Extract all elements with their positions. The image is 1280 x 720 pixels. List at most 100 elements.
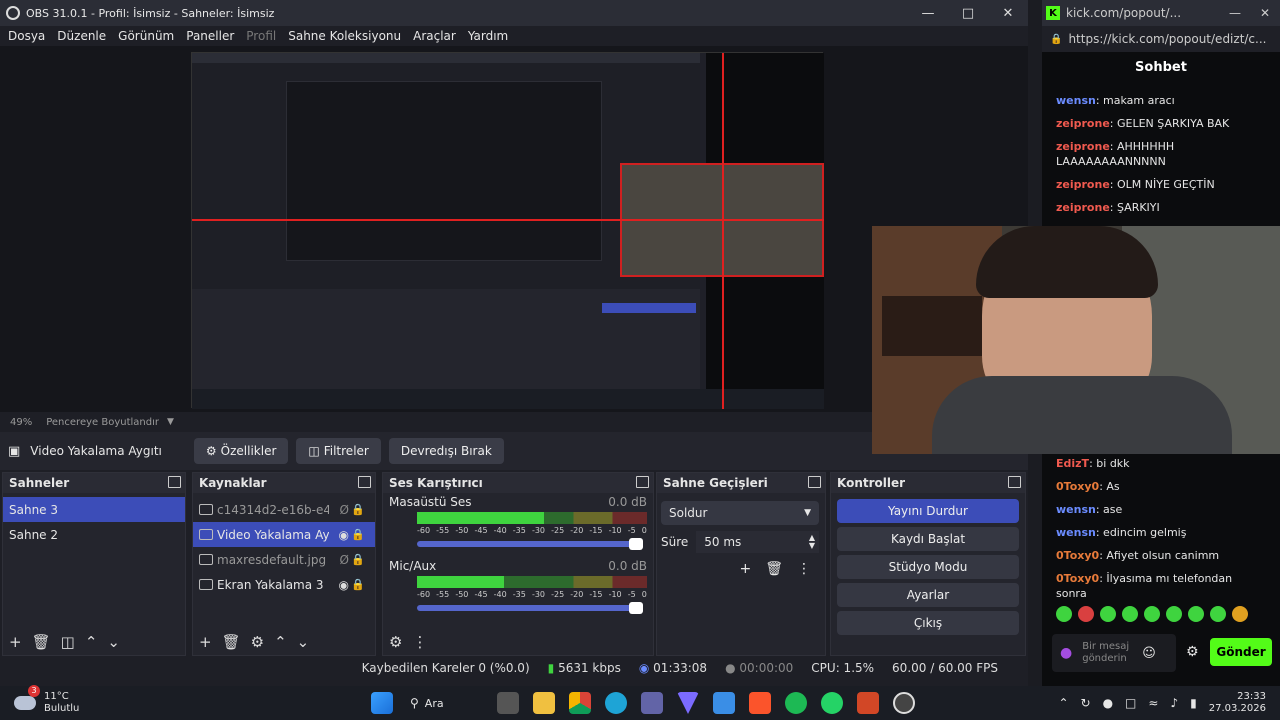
chat-username[interactable]: zeiprone <box>1056 140 1110 153</box>
source-item[interactable]: Video Yakalama Aygıtı◉🔒 <box>193 522 375 547</box>
emote-icon[interactable] <box>1056 606 1072 622</box>
source-item[interactable]: maxresdefault.jpg Ø 🔒 <box>193 547 375 572</box>
hidden-eye-icon[interactable]: Ø <box>340 553 349 567</box>
chevron-down-icon[interactable]: ⌄ <box>107 633 120 651</box>
clock[interactable]: 23:33 27.03.2026 <box>1209 691 1266 715</box>
scene-item[interactable]: Sahne 3 <box>3 497 185 522</box>
close-button[interactable]: ✕ <box>988 0 1028 26</box>
stepper-icon[interactable]: ▲ ▼ <box>809 534 815 550</box>
battery-icon[interactable]: ▮ <box>1190 696 1197 710</box>
volume-icon[interactable]: ♪ <box>1170 696 1178 710</box>
send-button[interactable]: Gönder <box>1210 638 1272 666</box>
source-item[interactable]: c14314d2-e16b-e411Ø🔒 <box>193 497 375 522</box>
emote-icon[interactable] <box>1144 606 1160 622</box>
microphone-icon[interactable]: ● <box>1060 645 1072 661</box>
trash-icon[interactable]: 🗑 <box>222 633 241 651</box>
trash-icon[interactable]: 🗑 <box>765 561 783 577</box>
chat-username[interactable]: zeiprone <box>1056 117 1110 130</box>
notification-icon[interactable]: □ <box>1125 696 1136 710</box>
more-options-icon[interactable]: ⋮ <box>412 633 427 651</box>
gear-icon[interactable]: ⚙ <box>1186 644 1199 660</box>
menu-tools[interactable]: Araçlar <box>413 29 456 43</box>
undock-icon[interactable] <box>808 476 821 488</box>
lock-icon[interactable]: 🔒 <box>351 553 365 566</box>
emoji-icon[interactable]: ☺ <box>1142 646 1156 661</box>
chat-username[interactable]: zeiprone <box>1056 178 1110 191</box>
microphone-icon[interactable]: ● <box>1103 696 1113 710</box>
search-box[interactable]: ⚲ Ara <box>410 696 480 710</box>
emote-icon[interactable] <box>1122 606 1138 622</box>
lock-icon[interactable]: 🔒 <box>351 528 365 541</box>
menu-profile[interactable]: Profil <box>246 29 276 43</box>
eye-icon[interactable]: ◉ <box>339 578 349 592</box>
add-icon[interactable]: + <box>739 561 751 577</box>
stop-streaming-button[interactable]: Yayını Durdur <box>837 499 1019 523</box>
add-icon[interactable]: + <box>199 633 212 651</box>
lock-icon[interactable]: 🔒 <box>351 578 365 591</box>
source-item[interactable]: Ekran Yakalama 3 ◉ 🔒 <box>193 572 375 597</box>
emote-icon[interactable] <box>1078 606 1094 622</box>
preview-mode[interactable]: Pencereye Boyutlandır <box>46 417 159 428</box>
chat-username[interactable]: 0Toxy0 <box>1056 572 1099 585</box>
sync-icon[interactable]: ↻ <box>1081 696 1091 710</box>
chat-input[interactable]: ● Bir mesaj gönderin ☺ <box>1052 634 1176 672</box>
proton-vpn-icon[interactable] <box>677 692 699 714</box>
undock-icon[interactable] <box>1008 476 1021 488</box>
scene-item[interactable]: Sahne 2 <box>3 522 185 547</box>
duration-input[interactable]: 50 ms ▲ ▼ <box>696 531 819 553</box>
chevron-down-icon[interactable]: ▼ <box>167 417 174 427</box>
minimize-button[interactable]: — <box>1220 6 1250 20</box>
lock-icon[interactable]: 🔒 <box>351 503 365 516</box>
undock-icon[interactable] <box>636 476 649 488</box>
undock-icon[interactable] <box>168 476 181 488</box>
emote-icon[interactable] <box>1166 606 1182 622</box>
weather-widget[interactable]: 3 11°C Bulutlu <box>14 685 79 715</box>
emote-icon[interactable] <box>1100 606 1116 622</box>
trash-icon[interactable]: 🗑 <box>32 633 51 651</box>
spotify-icon[interactable] <box>785 692 807 714</box>
powerpoint-icon[interactable] <box>857 692 879 714</box>
obs-icon[interactable] <box>893 692 915 714</box>
deactivate-button[interactable]: Devredışı Bırak <box>388 438 504 464</box>
minimize-button[interactable]: — <box>908 0 948 26</box>
menu-view[interactable]: Görünüm <box>118 29 174 43</box>
chat-username[interactable]: zeiprone <box>1056 201 1110 214</box>
chevron-down-icon[interactable]: ⌄ <box>297 633 310 651</box>
chat-username[interactable]: wensn <box>1056 94 1096 107</box>
exit-button[interactable]: Çıkış <box>837 611 1019 635</box>
edge-icon[interactable] <box>605 692 627 714</box>
studio-mode-button[interactable]: Stüdyo Modu <box>837 555 1019 579</box>
emote-icon[interactable] <box>1210 606 1226 622</box>
brave-icon[interactable] <box>749 692 771 714</box>
gear-icon[interactable]: ⚙ <box>251 633 264 651</box>
teams-icon[interactable] <box>641 692 663 714</box>
chat-username[interactable]: 0Toxy0 <box>1056 549 1099 562</box>
menu-docks[interactable]: Paneller <box>186 29 234 43</box>
emote-icon[interactable] <box>1232 606 1248 622</box>
menu-help[interactable]: Yardım <box>468 29 508 43</box>
whatsapp-icon[interactable] <box>821 692 843 714</box>
file-explorer-icon[interactable] <box>533 692 555 714</box>
filter-icon[interactable]: ◫ <box>61 633 75 651</box>
slider-knob[interactable] <box>629 602 643 614</box>
chat-username[interactable]: wensn <box>1056 526 1096 539</box>
emote-icon[interactable] <box>1188 606 1204 622</box>
address-bar[interactable]: 🔒 https://kick.com/popout/edizt/c... <box>1042 26 1280 52</box>
chevron-up-icon[interactable]: ⌃ <box>1058 696 1068 710</box>
wifi-icon[interactable]: ≈ <box>1148 696 1158 710</box>
store-icon[interactable] <box>713 692 735 714</box>
menu-file[interactable]: Dosya <box>8 29 45 43</box>
menu-scene-collection[interactable]: Sahne Koleksiyonu <box>288 29 401 43</box>
chat-username[interactable]: wensn <box>1056 503 1096 516</box>
windows-start-icon[interactable] <box>371 692 393 714</box>
menu-edit[interactable]: Düzenle <box>57 29 106 43</box>
gear-icon[interactable]: ⚙ <box>389 633 402 651</box>
task-view-icon[interactable] <box>497 692 519 714</box>
chrome-icon[interactable] <box>569 692 591 714</box>
chevron-up-icon[interactable]: ⌃ <box>85 633 98 651</box>
slider-knob[interactable] <box>629 538 643 550</box>
filters-button[interactable]: ◫ Filtreler <box>296 438 381 464</box>
volume-slider[interactable] <box>417 602 643 614</box>
start-recording-button[interactable]: Kaydı Başlat <box>837 527 1019 551</box>
transition-select[interactable]: Soldur ▼ <box>661 501 819 525</box>
